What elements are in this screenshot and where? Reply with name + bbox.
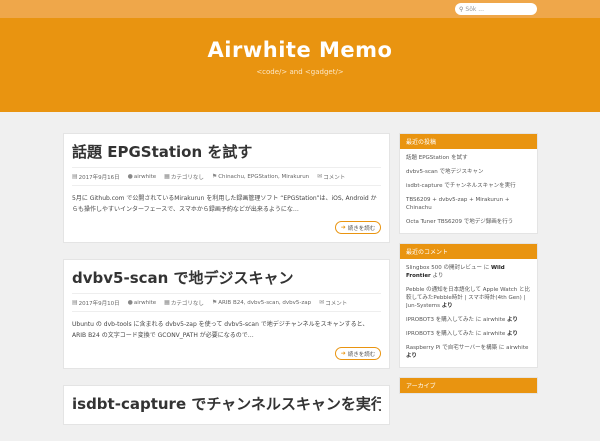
recent-post-link[interactable]: dvbv5-scan で地デジスキャン [406, 165, 531, 179]
site-header: Airwhite Memo <code/> and <gadget/> [0, 18, 600, 112]
comment-suffix: より [507, 317, 518, 323]
recent-post-link[interactable]: 話題 EPGStation を試す [406, 151, 531, 165]
read-more-label: 続きを読む [347, 225, 376, 232]
post-author[interactable]: airwhite [134, 300, 156, 306]
tag-icon: ⚑ [211, 299, 218, 306]
comment-icon: ✉ [317, 173, 323, 180]
post-date[interactable]: 2017年9月16日 [79, 173, 120, 181]
comment-suffix: より [507, 331, 518, 337]
comment-suffix: より [430, 273, 444, 279]
post-card: dvbv5-scan で地デジスキャン ▤ 2017年9月10日 ● airwhit… [63, 259, 390, 369]
comment-text: Slingbox 500 の開封レビュー に [406, 265, 491, 271]
widget-title: 最近のコメント [400, 244, 537, 259]
post-card: isdbt-capture でチャンネルスキャンを実行 [63, 385, 390, 425]
arrow-right-icon: ➜ [340, 350, 346, 357]
recent-post-link[interactable]: TBS6209 + dvbv5-zap + Mirakurun + Chinac… [406, 193, 531, 215]
post-title[interactable]: 話題 EPGStation を試す [72, 134, 381, 160]
comment-text: Raspberry Pi で自宅サーバーを構築 に airwhite [406, 345, 529, 351]
comment-suffix: より [406, 353, 417, 359]
calendar-icon: ▤ [72, 173, 78, 180]
post-date[interactable]: 2017年9月10日 [79, 299, 120, 307]
search-placeholder: Sök ... [465, 5, 484, 13]
site-title[interactable]: Airwhite Memo [0, 38, 600, 62]
recent-comment[interactable]: Slingbox 500 の開封レビュー に Wild Frontier より [406, 261, 531, 283]
post-card: 話題 EPGStation を試す ▤ 2017年9月16日 ● airwhite … [63, 133, 390, 243]
post-comments[interactable]: コメント [325, 299, 347, 307]
comment-text: Pebble の通知を日本語化して Apple Watch と比較してみたPeb… [406, 287, 531, 309]
top-bar: ⚲ Sök ... [0, 0, 600, 18]
recent-comments-widget: 最近のコメント Slingbox 500 の開封レビュー に Wild Fron… [399, 243, 538, 368]
read-more-button[interactable]: ➜ 続きを読む [335, 221, 381, 234]
archive-widget: アーカイブ [399, 377, 538, 394]
comment-icon: ✉ [319, 299, 325, 306]
user-icon: ● [127, 299, 133, 306]
post-category[interactable]: カテゴリなし [171, 299, 204, 307]
post-meta: ▤ 2017年9月10日 ● airwhite ▦ カテゴリなし ⚑ ARIB B24,… [72, 293, 381, 312]
comment-text: IPROBOT3 を購入してみた に airwhite [406, 317, 507, 323]
recent-comment[interactable]: IPROBOT3 を購入してみた に airwhite より [406, 327, 531, 341]
post-author[interactable]: airwhite [134, 174, 156, 180]
recent-posts-widget: 最近の投稿 話題 EPGStation を試す dvbv5-scan で地デジス… [399, 133, 538, 234]
comment-suffix: より [441, 303, 453, 309]
arrow-right-icon: ➜ [340, 224, 346, 231]
post-meta: ▤ 2017年9月16日 ● airwhite ▦ カテゴリなし ⚑ Chinachu,… [72, 167, 381, 186]
post-tags[interactable]: Chinachu, EPGStation, Mirakurun [218, 174, 309, 180]
recent-comment[interactable]: IPROBOT3 を購入してみた に airwhite より [406, 313, 531, 327]
folder-icon: ▦ [164, 299, 170, 306]
post-tags[interactable]: ARIB B24, dvbv5-scan, dvbv5-zap [218, 300, 311, 306]
post-excerpt: 5月に Github.com で公開されているMirakurun を利用した録画… [72, 195, 377, 213]
recent-comment[interactable]: Raspberry Pi で自宅サーバーを構築 に airwhite より [406, 341, 531, 363]
sidebar: 最近の投稿 話題 EPGStation を試す dvbv5-scan で地デジス… [399, 133, 538, 403]
search-icon: ⚲ [459, 5, 464, 13]
widget-title: 最近の投稿 [400, 134, 537, 149]
tag-icon: ⚑ [211, 173, 218, 180]
site-description: <code/> and <gadget/> [256, 68, 344, 76]
post-category[interactable]: カテゴリなし [171, 173, 204, 181]
main-content: 話題 EPGStation を試す ▤ 2017年9月16日 ● airwhite … [63, 133, 390, 441]
recent-post-link[interactable]: Octa Tuner TBS6209 で地デジ録画を行う [406, 215, 531, 229]
post-title[interactable]: isdbt-capture でチャンネルスキャンを実行 [72, 386, 381, 412]
post-title[interactable]: dvbv5-scan で地デジスキャン [72, 260, 381, 286]
recent-post-link[interactable]: isdbt-capture でチャンネルスキャンを実行 [406, 179, 531, 193]
read-more-label: 続きを読む [347, 351, 376, 358]
post-excerpt: Ubuntu の dvb-tools に含まれる dvbv5-zap を使って … [72, 321, 369, 339]
read-more-button[interactable]: ➜ 続きを読む [335, 347, 381, 360]
recent-comment[interactable]: Pebble の通知を日本語化して Apple Watch と比較してみたPeb… [406, 283, 531, 313]
search-input[interactable]: ⚲ Sök ... [455, 3, 537, 15]
calendar-icon: ▤ [72, 299, 78, 306]
comment-text: IPROBOT3 を購入してみた に airwhite [406, 331, 507, 337]
folder-icon: ▦ [164, 173, 170, 180]
user-icon: ● [127, 173, 133, 180]
post-comments[interactable]: コメント [323, 173, 345, 181]
widget-title: アーカイブ [400, 378, 537, 393]
